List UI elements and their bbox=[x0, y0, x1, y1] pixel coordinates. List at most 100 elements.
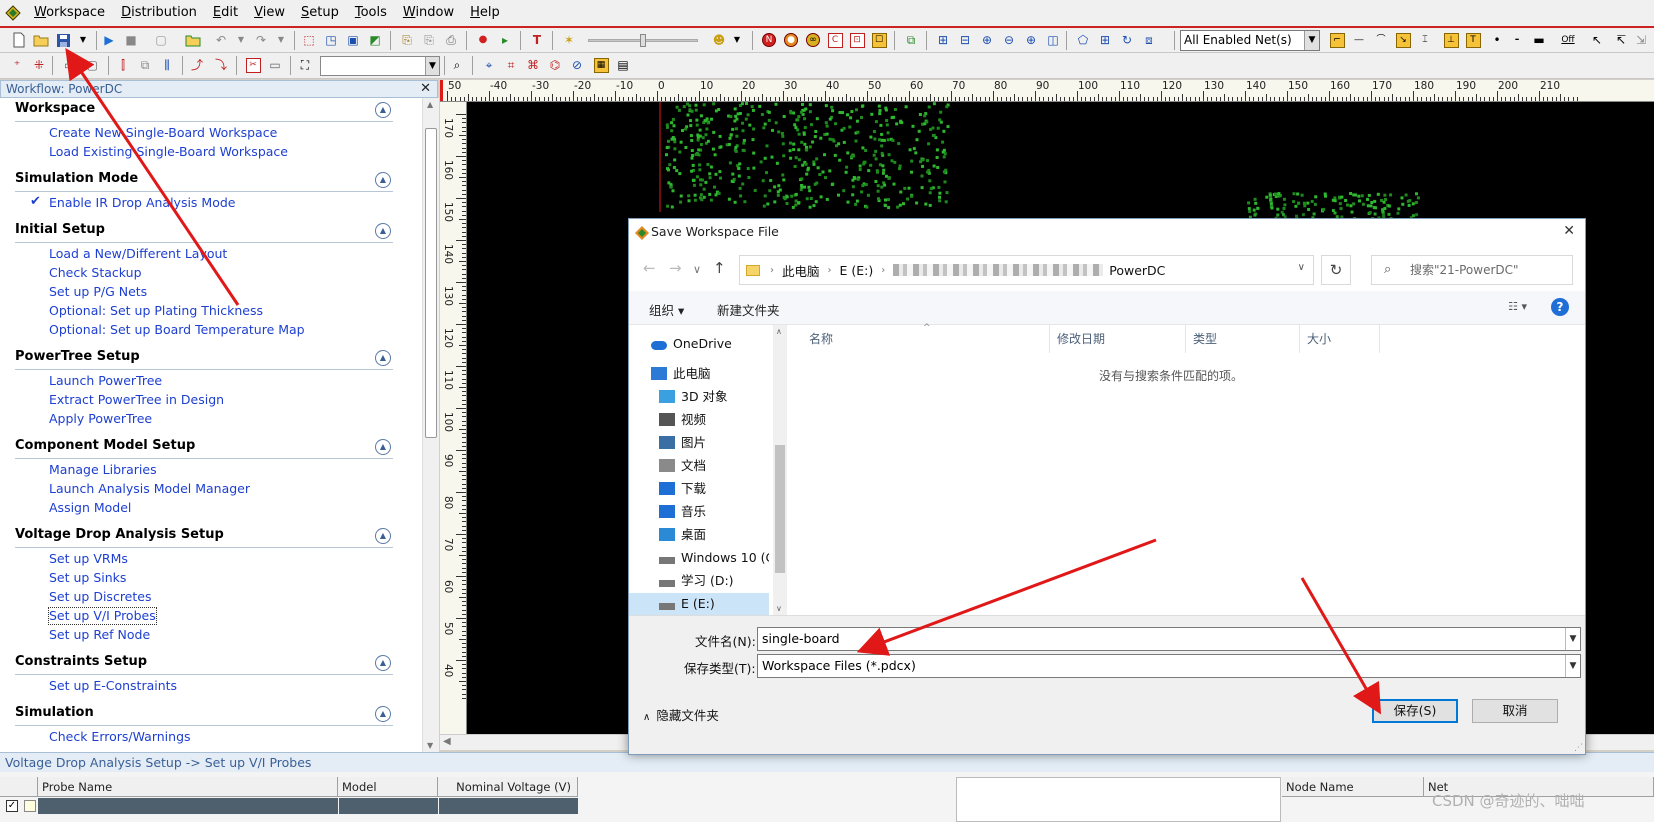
col-model[interactable]: Model bbox=[338, 777, 438, 797]
workflow-section-header[interactable]: Component Model Setup ▲ bbox=[15, 435, 393, 459]
workflow-link[interactable]: Launch PowerTree bbox=[49, 373, 162, 389]
workflow-link[interactable]: Check Errors/Warnings bbox=[49, 729, 191, 745]
collapse-icon[interactable]: ▲ bbox=[375, 350, 391, 366]
pan-icon[interactable]: ⊞ bbox=[1096, 31, 1114, 49]
column-name[interactable]: 名称 bbox=[809, 331, 833, 347]
hide-folders-toggle[interactable]: ∧ 隐藏文件夹 bbox=[643, 705, 719, 724]
tree-item[interactable]: 桌面 bbox=[629, 524, 769, 546]
color-dropdown-icon[interactable]: ▼ bbox=[728, 31, 746, 49]
add-icon[interactable]: ⊞ bbox=[934, 31, 952, 49]
scroll-down-icon[interactable]: ∨ bbox=[776, 604, 782, 613]
filetype-select[interactable]: Workspace Files (*.pdcx) ▼ bbox=[757, 654, 1581, 678]
zoom-fit-icon[interactable]: ▣ bbox=[344, 31, 362, 49]
row-checkbox[interactable]: ✓ bbox=[6, 800, 18, 812]
print-icon[interactable]: ⎙ bbox=[442, 31, 460, 49]
scroll-up-icon[interactable]: ▲ bbox=[427, 100, 433, 109]
tree-item[interactable]: E (E:) bbox=[629, 593, 769, 615]
snap-6-icon[interactable]: ▦ bbox=[592, 56, 610, 74]
snap-4-icon[interactable]: ⌬ bbox=[546, 56, 564, 74]
column-date-modified[interactable]: 修改日期 bbox=[1057, 331, 1105, 347]
layer-toggle-6-icon[interactable]: ☐ bbox=[870, 31, 888, 49]
measure-icon[interactable]: ⤴ bbox=[188, 56, 206, 74]
export-icon[interactable]: ⎘ bbox=[420, 31, 438, 49]
highlight-icon[interactable]: ✶ bbox=[560, 31, 578, 49]
workflow-link[interactable]: Load Existing Single-Board Workspace bbox=[49, 144, 288, 160]
workflow-link[interactable]: Set up VRMs bbox=[49, 551, 128, 567]
import-icon[interactable]: ⎘ bbox=[398, 31, 416, 49]
menu-workspace[interactable]: Workspace bbox=[26, 0, 113, 27]
menu-window[interactable]: Window bbox=[395, 0, 462, 27]
color-icon[interactable]: ☻ bbox=[710, 31, 728, 49]
save-dropdown-icon[interactable]: ▼ bbox=[74, 31, 92, 49]
zoom-window-icon[interactable]: ◳ bbox=[322, 31, 340, 49]
scroll-up-icon[interactable]: ∧ bbox=[776, 327, 782, 336]
tree-item[interactable]: 下载 bbox=[629, 478, 769, 500]
breadcrumb-this-pc[interactable]: 此电脑 bbox=[782, 261, 820, 280]
menu-distribution[interactable]: Distribution bbox=[113, 0, 205, 27]
view-options-icon[interactable]: ☷ ▾ bbox=[1508, 300, 1527, 313]
table-row-voltage[interactable] bbox=[439, 798, 578, 814]
workflow-link[interactable]: Manage Libraries bbox=[49, 462, 157, 478]
col-nominal-voltage[interactable]: Nominal Voltage (V) bbox=[438, 777, 578, 797]
tree-item[interactable]: 图片 bbox=[629, 432, 769, 454]
redo-icon[interactable]: ↷ bbox=[252, 31, 270, 49]
menu-edit[interactable]: Edit bbox=[205, 0, 246, 27]
col-probe-name[interactable]: Probe Name bbox=[38, 777, 338, 797]
workflow-section-header[interactable]: Workspace ▲ bbox=[15, 98, 393, 122]
multi-point-icon[interactable]: ⁜ bbox=[30, 56, 48, 74]
collapse-icon[interactable]: ▲ bbox=[375, 706, 391, 722]
find-combo[interactable]: ▼ bbox=[320, 56, 440, 76]
tree-item[interactable]: OneDrive bbox=[629, 333, 769, 355]
tree-item[interactable]: Windows 10 (C bbox=[629, 547, 769, 569]
file-list[interactable]: 名称 ^ 修改日期 类型 大小 没有与搜索条件匹配的项。 bbox=[789, 323, 1585, 615]
close-icon[interactable]: ✕ bbox=[420, 81, 431, 97]
close-icon[interactable]: ✕ bbox=[1563, 223, 1575, 239]
trace-icon[interactable]: ⤵ bbox=[212, 56, 230, 74]
tree-item[interactable]: 文档 bbox=[629, 455, 769, 477]
workflow-link[interactable]: Set up E-Constraints bbox=[49, 678, 177, 694]
grid-icon[interactable]: ⧉ bbox=[136, 56, 154, 74]
workflow-link[interactable]: Assign Model bbox=[49, 500, 131, 516]
text-tool-icon[interactable]: T bbox=[528, 31, 546, 49]
route-2-icon[interactable]: ― bbox=[1350, 31, 1368, 49]
route-5-icon[interactable]: ⌶ bbox=[1416, 31, 1434, 49]
pointer-icon[interactable]: ↖ bbox=[1588, 31, 1606, 49]
zoom-previous-icon[interactable]: ◫ bbox=[1044, 31, 1062, 49]
off-toggle[interactable]: Off bbox=[1556, 31, 1580, 49]
col-node-name[interactable]: Node Name bbox=[1282, 777, 1424, 797]
open-folder-icon[interactable] bbox=[32, 31, 50, 49]
tree-item[interactable]: 学习 (D:) bbox=[629, 570, 769, 592]
collapse-icon[interactable]: ▲ bbox=[375, 102, 391, 118]
column-size[interactable]: 大小 bbox=[1307, 331, 1331, 347]
chevron-down-icon[interactable]: ▼ bbox=[1565, 655, 1580, 677]
workflow-link[interactable]: Create New Single-Board Workspace bbox=[49, 125, 277, 141]
redo-dropdown-icon[interactable]: ▼ bbox=[272, 31, 290, 49]
workflow-link[interactable]: Enable IR Drop Analysis Mode bbox=[49, 195, 235, 211]
up-icon[interactable]: ↑ bbox=[713, 259, 726, 277]
layer-toggle-4-icon[interactable]: C bbox=[826, 31, 844, 49]
undo-icon[interactable]: ↶ bbox=[212, 31, 230, 49]
route-7-icon[interactable]: T bbox=[1464, 31, 1482, 49]
net-icon[interactable]: ⧉ bbox=[902, 31, 920, 49]
back-icon[interactable]: ← bbox=[643, 259, 656, 277]
workflow-link[interactable]: Check Stackup bbox=[49, 265, 142, 281]
add-point-icon[interactable]: ⁺ bbox=[8, 56, 26, 74]
new-file-icon[interactable] bbox=[10, 31, 28, 49]
menu-setup[interactable]: Setup bbox=[293, 0, 347, 27]
breadcrumb-e-drive[interactable]: E (E:) bbox=[840, 263, 874, 278]
route-4-icon[interactable]: ↘ bbox=[1394, 31, 1412, 49]
workflow-section-header[interactable]: Initial Setup ▲ bbox=[15, 219, 393, 243]
workflow-link[interactable]: Set up Ref Node bbox=[49, 627, 150, 643]
layer-toggle-1-icon[interactable]: N bbox=[760, 31, 778, 49]
column-type[interactable]: 类型 bbox=[1193, 331, 1217, 347]
save-icon[interactable] bbox=[54, 31, 72, 49]
layer-toggle-2-icon[interactable]: ● bbox=[782, 31, 800, 49]
open-layout-icon[interactable] bbox=[184, 31, 202, 49]
address-bar[interactable]: › 此电脑 › E (E:) › PowerDC ∨ bbox=[739, 255, 1314, 285]
net-filter-select[interactable]: All Enabled Net(s) ▼ bbox=[1180, 30, 1320, 51]
workflow-link[interactable]: Launch Analysis Model Manager bbox=[49, 481, 250, 497]
route-3-icon[interactable]: ⌒ bbox=[1372, 31, 1390, 49]
workflow-link[interactable]: Set up P/G Nets bbox=[49, 284, 147, 300]
recent-dropdown-icon[interactable]: ∨ bbox=[693, 263, 701, 276]
search-icon[interactable]: ⌕ bbox=[448, 56, 466, 74]
